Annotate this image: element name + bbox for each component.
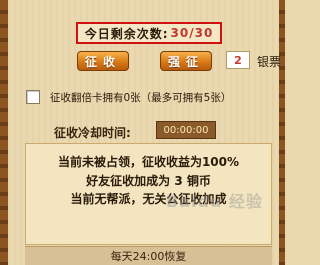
force-collect-button[interactable]: 强征 bbox=[160, 51, 212, 71]
silver-cost-value: 2 bbox=[226, 51, 250, 69]
silver-unit-label: 银票 bbox=[257, 55, 282, 69]
remaining-count-box: 今日剩余次数: 30/30 bbox=[76, 22, 222, 44]
friend-bonus-text: 好友征收加成为 3 铜币 bbox=[86, 174, 211, 188]
remaining-count-value: 30/30 bbox=[170, 26, 214, 40]
double-card-checkbox[interactable] bbox=[26, 90, 40, 104]
double-card-label: 征收翻倍卡拥有0张（最多可拥有5张） bbox=[50, 92, 232, 104]
cooldown-label: 征收冷却时间: bbox=[54, 126, 131, 140]
cooldown-timer: 00:00:00 bbox=[156, 121, 216, 139]
watermark: Baidu 经验 bbox=[166, 192, 263, 211]
reset-time-bar: 每天24:00恢复 bbox=[25, 246, 272, 265]
remaining-count-label: 今日剩余次数: bbox=[84, 26, 169, 41]
occupation-status-text: 当前未被占领，征收收益为100% bbox=[57, 155, 240, 169]
collect-button[interactable]: 征收 bbox=[77, 51, 129, 71]
